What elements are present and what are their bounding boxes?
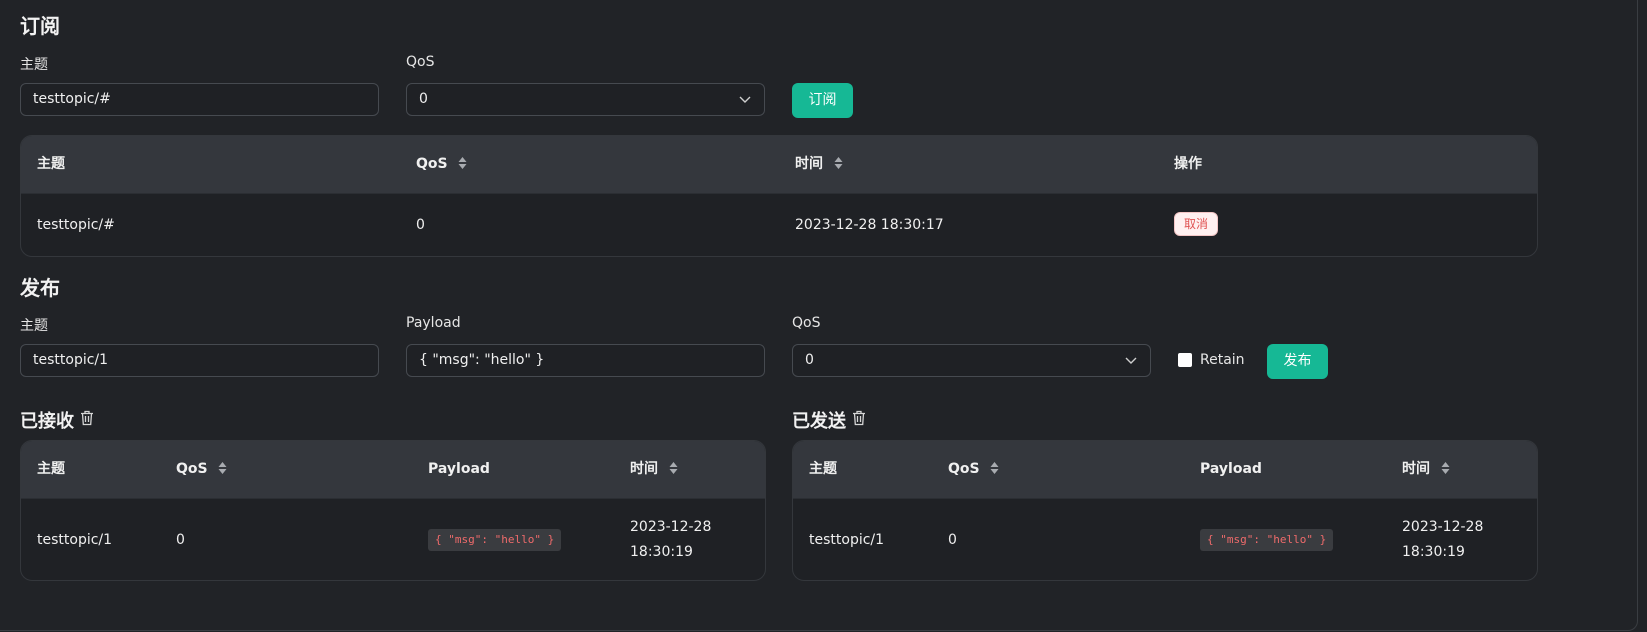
col-time[interactable]: 时间 <box>795 136 843 193</box>
row-topic: testtopic/# <box>37 217 115 233</box>
col-qos[interactable]: QoS <box>176 441 227 498</box>
sort-icon[interactable] <box>218 461 227 475</box>
unsubscribe-button[interactable]: 取消 <box>1174 212 1219 236</box>
chevron-down-icon <box>1125 357 1137 364</box>
row-time-date: 2023-12-28 <box>630 519 712 535</box>
row-qos: 0 <box>416 217 425 233</box>
subscribe-button[interactable]: 订阅 <box>792 83 853 118</box>
subscribe-qos-label: QoS <box>406 54 435 70</box>
table-header: 主题 QoS 时间 操作 <box>21 136 1537 194</box>
retain-checkbox[interactable] <box>1178 353 1192 367</box>
col-topic: 主题 <box>809 461 837 477</box>
received-title: 已接收 <box>20 411 74 432</box>
col-time[interactable]: 时间 <box>1402 441 1450 498</box>
sort-icon[interactable] <box>1441 461 1450 475</box>
col-action: 操作 <box>1174 156 1202 172</box>
col-time-label: 时间 <box>795 156 823 172</box>
col-time-label: 时间 <box>1402 461 1430 477</box>
table-header: 主题 QoS Payload 时间 <box>793 441 1537 499</box>
row-time-clock: 18:30:19 <box>1402 544 1465 560</box>
row-payload: { "msg": "hello" } <box>428 529 562 551</box>
publish-qos-label: QoS <box>792 315 821 331</box>
col-topic: 主题 <box>37 461 65 477</box>
publish-button[interactable]: 发布 <box>1267 344 1328 379</box>
col-payload: Payload <box>1200 461 1262 477</box>
row-topic: testtopic/1 <box>809 532 885 548</box>
trash-icon[interactable] <box>852 410 866 426</box>
publish-topic-input[interactable]: testtopic/1 <box>20 344 379 377</box>
sort-icon[interactable] <box>458 156 467 170</box>
col-payload: Payload <box>428 461 490 477</box>
subscribe-topic-label: 主题 <box>20 57 48 73</box>
sent-title: 已发送 <box>792 411 846 432</box>
col-qos-label: QoS <box>176 461 208 477</box>
sort-icon[interactable] <box>669 461 678 475</box>
publish-title: 发布 <box>20 276 60 300</box>
sort-icon[interactable] <box>834 156 843 170</box>
retain-label: Retain <box>1200 352 1245 368</box>
col-time[interactable]: 时间 <box>630 441 678 498</box>
table-header: 主题 QoS Payload 时间 <box>21 441 765 499</box>
publish-topic-label: 主题 <box>20 318 48 334</box>
sent-table: 主题 QoS Payload 时间 testtopic/1 0 { "msg":… <box>792 440 1538 581</box>
subscribe-title: 订阅 <box>20 14 60 38</box>
row-qos: 0 <box>948 532 957 548</box>
subscribe-qos-select[interactable]: 0 <box>406 83 765 116</box>
publish-qos-value: 0 <box>805 352 814 368</box>
sort-icon[interactable] <box>990 461 999 475</box>
subscribe-topic-input[interactable]: testtopic/# <box>20 83 379 116</box>
row-time-date: 2023-12-28 <box>1402 519 1484 535</box>
received-table: 主题 QoS Payload 时间 testtopic/1 0 { "msg":… <box>20 440 766 581</box>
subscriptions-table: 主题 QoS 时间 操作 testtopic/# 0 2023-12-28 18… <box>20 135 1538 257</box>
publish-payload-input[interactable]: { "msg": "hello" } <box>406 344 765 377</box>
trash-icon[interactable] <box>80 410 94 426</box>
row-payload: { "msg": "hello" } <box>1200 529 1334 551</box>
col-qos-label: QoS <box>948 461 980 477</box>
row-time-clock: 18:30:19 <box>630 544 693 560</box>
col-qos-label: QoS <box>416 156 448 172</box>
chevron-down-icon <box>739 96 751 103</box>
col-qos[interactable]: QoS <box>948 441 999 498</box>
publish-payload-label: Payload <box>406 315 461 331</box>
col-topic: 主题 <box>37 156 65 172</box>
col-qos[interactable]: QoS <box>416 136 467 193</box>
col-time-label: 时间 <box>630 461 658 477</box>
row-time: 2023-12-28 18:30:17 <box>795 217 944 233</box>
row-qos: 0 <box>176 532 185 548</box>
subscribe-qos-value: 0 <box>419 91 428 107</box>
publish-qos-select[interactable]: 0 <box>792 344 1151 377</box>
row-topic: testtopic/1 <box>37 532 113 548</box>
